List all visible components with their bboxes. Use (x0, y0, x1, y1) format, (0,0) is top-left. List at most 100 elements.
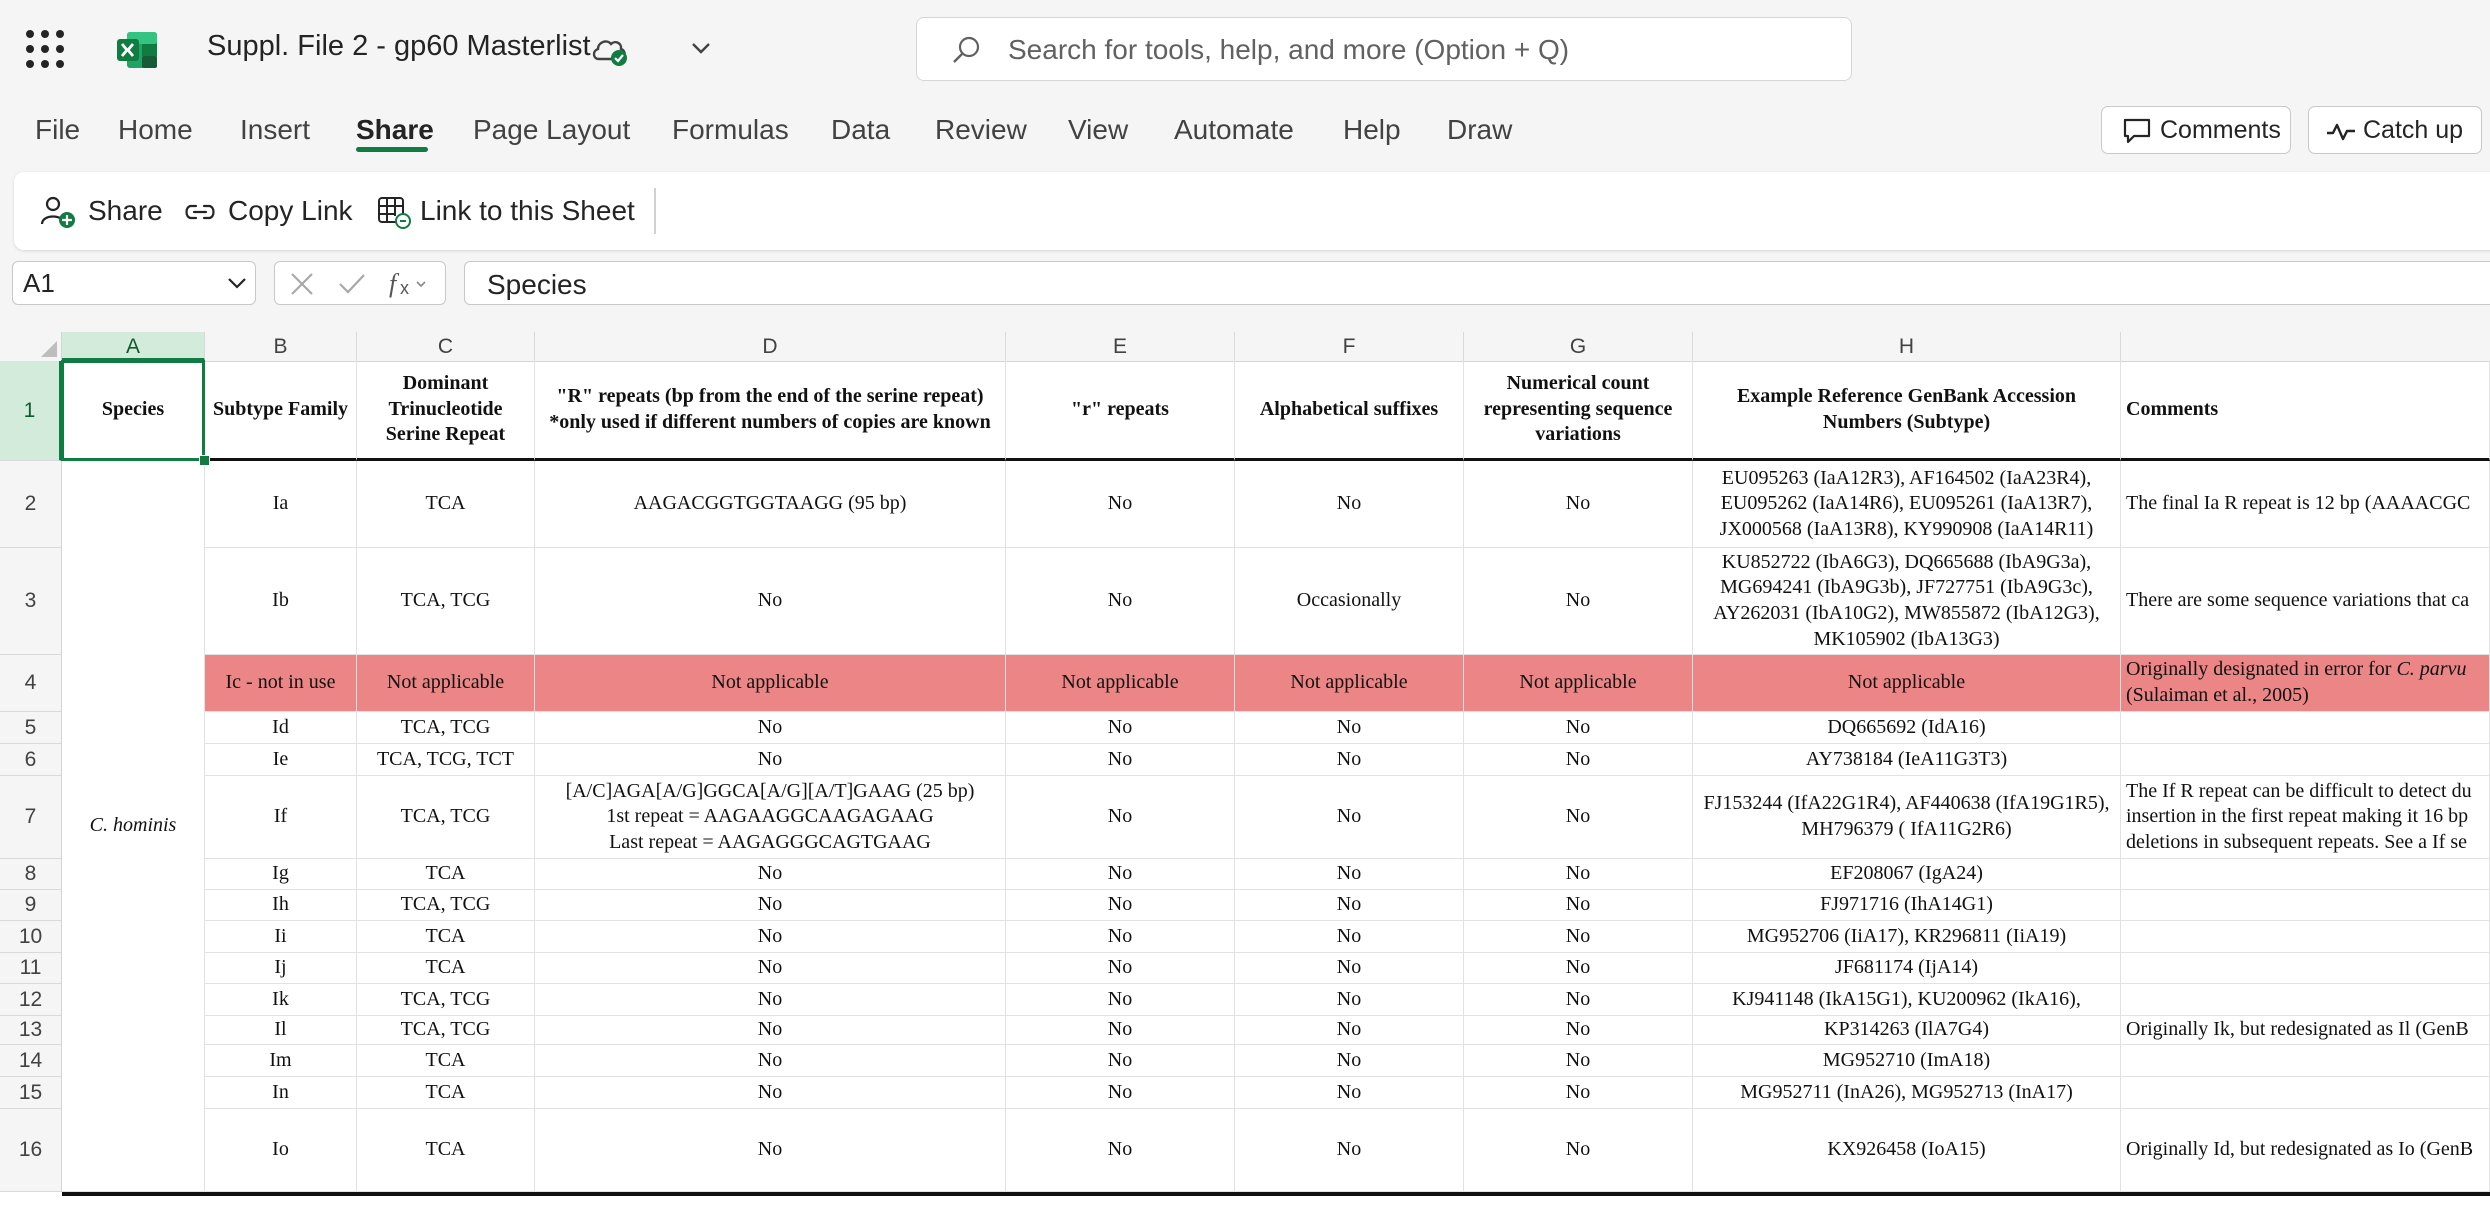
column-header-g[interactable]: G (1464, 332, 1693, 361)
comment-cell[interactable] (2121, 984, 2490, 1016)
header-cell[interactable]: "R" repeats (bp from the end of the seri… (535, 361, 1006, 461)
column-header-c[interactable]: C (357, 332, 535, 361)
table-cell[interactable]: Ig (205, 859, 357, 890)
table-cell[interactable]: No (1006, 461, 1235, 548)
row-header-3[interactable]: 3 (0, 548, 62, 655)
tab-home[interactable]: Home (118, 114, 193, 146)
species-cell[interactable]: C. hominis (62, 461, 205, 1192)
row-header-16[interactable]: 16 (0, 1109, 62, 1192)
table-cell[interactable]: TCA (357, 921, 535, 953)
table-cell[interactable]: Il (205, 1016, 357, 1045)
table-cell[interactable]: TCA (357, 461, 535, 548)
table-cell[interactable]: Not applicable (357, 655, 535, 712)
table-cell[interactable]: No (1464, 776, 1693, 859)
enter-check-icon[interactable] (337, 271, 367, 297)
tab-review[interactable]: Review (935, 114, 1027, 146)
table-cell[interactable]: Not applicable (535, 655, 1006, 712)
table-cell[interactable]: No (1464, 1045, 1693, 1077)
header-cell[interactable]: Comments (2121, 361, 2490, 461)
table-cell[interactable]: No (535, 953, 1006, 984)
table-cell[interactable]: No (1464, 1077, 1693, 1109)
comment-cell[interactable] (2121, 859, 2490, 890)
table-cell[interactable]: No (1006, 1016, 1235, 1045)
table-cell[interactable]: No (1006, 744, 1235, 776)
table-cell[interactable]: TCA, TCG (357, 1016, 535, 1045)
table-cell[interactable]: Ih (205, 890, 357, 921)
column-header-b[interactable]: B (205, 332, 357, 361)
table-cell[interactable]: TCA, TCG (357, 984, 535, 1016)
table-cell[interactable]: TCA (357, 859, 535, 890)
table-cell[interactable]: DQ665692 (IdA16) (1693, 712, 2121, 744)
fill-handle[interactable] (199, 455, 210, 466)
table-cell[interactable]: TCA, TCG (357, 712, 535, 744)
table-cell[interactable]: No (1235, 461, 1464, 548)
table-cell[interactable]: In (205, 1077, 357, 1109)
table-cell[interactable]: No (535, 744, 1006, 776)
table-cell[interactable]: TCA (357, 1077, 535, 1109)
table-cell[interactable]: Io (205, 1109, 357, 1192)
comment-cell[interactable]: Originally Ik, but redesignated as Il (G… (2121, 1016, 2490, 1045)
comment-cell[interactable]: The If R repeat can be difficult to dete… (2121, 776, 2490, 859)
table-cell[interactable]: KP314263 (IlA7G4) (1693, 1016, 2121, 1045)
worksheet-grid[interactable]: A B C D E F G H 1 2 3 4 5 6 7 8 9 10 11 12 13 14 15 16 … (0, 332, 2490, 1208)
table-cell[interactable]: No (1235, 712, 1464, 744)
table-cell[interactable]: No (1006, 548, 1235, 655)
search-input[interactable]: Search for tools, help, and more (Option… (916, 17, 1852, 81)
table-cell[interactable]: Ik (205, 984, 357, 1016)
header-cell[interactable]: Alphabetical suffixes (1235, 361, 1464, 461)
table-cell[interactable]: No (1464, 1016, 1693, 1045)
tab-file[interactable]: File (35, 114, 80, 146)
table-cell[interactable]: Not applicable (1006, 655, 1235, 712)
column-header-a[interactable]: A (62, 332, 205, 361)
table-cell[interactable]: No (1006, 859, 1235, 890)
table-cell[interactable]: EF208067 (IgA24) (1693, 859, 2121, 890)
row-header-13[interactable]: 13 (0, 1016, 62, 1045)
table-cell[interactable]: No (1006, 921, 1235, 953)
table-cell[interactable]: Ii (205, 921, 357, 953)
table-cell[interactable]: No (1235, 744, 1464, 776)
table-cell[interactable]: No (1235, 1109, 1464, 1192)
row-header-1[interactable]: 1 (0, 361, 62, 461)
table-cell[interactable]: No (1464, 1109, 1693, 1192)
select-all-corner[interactable] (0, 332, 62, 361)
name-box[interactable]: A1 (12, 261, 256, 305)
table-cell[interactable]: No (535, 548, 1006, 655)
cloud-saved-icon[interactable] (590, 33, 628, 67)
table-cell[interactable]: FJ153244 (IfA22G1R4), AF440638 (IfA19G1R… (1693, 776, 2121, 859)
row-header-10[interactable]: 10 (0, 921, 62, 953)
table-cell[interactable]: EU095263 (IaA12R3), AF164502 (IaA23R4), … (1693, 461, 2121, 548)
comment-cell[interactable]: Originally Id, but redesignated as Io (G… (2121, 1109, 2490, 1192)
table-cell[interactable]: Ic - not in use (205, 655, 357, 712)
column-header-h[interactable]: H (1693, 332, 2121, 361)
row-header-7[interactable]: 7 (0, 776, 62, 859)
table-cell[interactable]: No (1006, 890, 1235, 921)
table-cell[interactable]: AY738184 (IeA11G3T3) (1693, 744, 2121, 776)
chevron-down-icon[interactable] (690, 40, 712, 56)
header-cell[interactable]: Example Reference GenBank Accession Numb… (1693, 361, 2121, 461)
table-cell[interactable]: No (1464, 744, 1693, 776)
table-cell[interactable]: No (1464, 859, 1693, 890)
row-header-9[interactable]: 9 (0, 890, 62, 921)
document-title[interactable]: Suppl. File 2 - gp60 Masterlist (207, 30, 591, 63)
table-cell[interactable]: Ie (205, 744, 357, 776)
tab-view[interactable]: View (1068, 114, 1128, 146)
table-cell[interactable]: AAGACGGTGGTAAGG (95 bp) (535, 461, 1006, 548)
table-cell[interactable]: No (1464, 921, 1693, 953)
table-cell[interactable]: No (1464, 548, 1693, 655)
header-cell[interactable]: "r" repeats (1006, 361, 1235, 461)
table-cell[interactable]: No (1006, 1109, 1235, 1192)
table-cell[interactable]: [A/C]AGA[A/G]GGCA[A/G][A/T]GAAG (25 bp) … (535, 776, 1006, 859)
comment-cell[interactable] (2121, 712, 2490, 744)
table-cell[interactable]: No (1235, 953, 1464, 984)
table-cell[interactable]: No (1006, 1045, 1235, 1077)
table-cell[interactable]: No (535, 1016, 1006, 1045)
tab-draw[interactable]: Draw (1447, 114, 1512, 146)
column-header-e[interactable]: E (1006, 332, 1235, 361)
table-cell[interactable]: Id (205, 712, 357, 744)
comment-cell[interactable] (2121, 890, 2490, 921)
table-cell[interactable]: No (1235, 859, 1464, 890)
catch-up-button[interactable]: Catch up (2308, 106, 2482, 154)
tab-help[interactable]: Help (1343, 114, 1401, 146)
table-cell[interactable]: No (1235, 1045, 1464, 1077)
row-header-15[interactable]: 15 (0, 1077, 62, 1109)
